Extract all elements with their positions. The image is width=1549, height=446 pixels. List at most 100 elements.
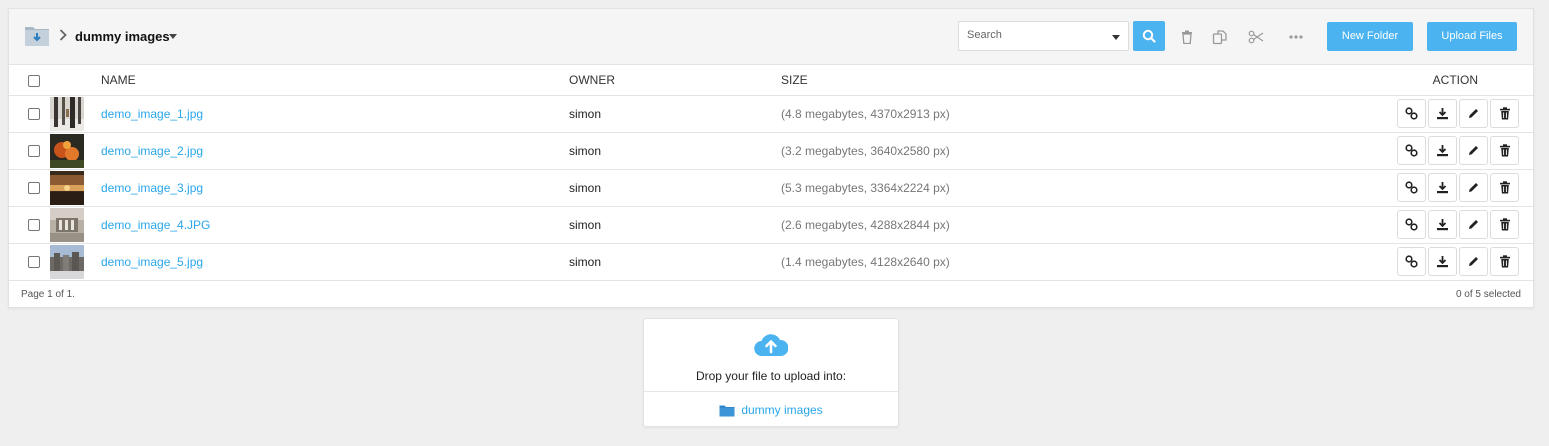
folder-download-icon[interactable] bbox=[24, 23, 50, 47]
pagination-text: Page 1 of 1. bbox=[21, 288, 75, 300]
file-name-link[interactable]: demo_image_4.JPG bbox=[101, 206, 569, 244]
download-icon bbox=[1437, 145, 1448, 157]
column-header-action: ACTION bbox=[1311, 65, 1535, 96]
edit-button[interactable] bbox=[1459, 210, 1488, 239]
file-size: (1.4 megabytes, 4128x2640 px) bbox=[781, 243, 1311, 281]
image-thumbnail[interactable] bbox=[50, 170, 84, 205]
delete-icon bbox=[1499, 107, 1510, 120]
download-icon bbox=[1437, 219, 1448, 231]
row-checkbox[interactable] bbox=[28, 256, 40, 269]
file-owner: simon bbox=[569, 95, 781, 133]
download-icon bbox=[1437, 256, 1448, 268]
dropzone-divider bbox=[644, 391, 898, 392]
link-button[interactable] bbox=[1397, 173, 1426, 202]
new-folder-button[interactable]: New Folder bbox=[1327, 22, 1413, 51]
table-row[interactable]: demo_image_3.jpg simon (5.3 megabytes, 3… bbox=[9, 169, 1535, 207]
upload-files-button[interactable]: Upload Files bbox=[1427, 22, 1517, 51]
link-icon bbox=[1405, 255, 1418, 268]
edit-button[interactable] bbox=[1459, 99, 1488, 128]
delete-button[interactable] bbox=[1490, 136, 1519, 165]
copy-icon[interactable] bbox=[1212, 29, 1228, 45]
edit-icon bbox=[1469, 146, 1478, 155]
link-button[interactable] bbox=[1397, 99, 1426, 128]
file-manager-panel: dummy images Search New Folder Upload Fi… bbox=[8, 8, 1535, 308]
table-row[interactable]: demo_image_1.jpg simon (4.8 megabytes, 4… bbox=[9, 95, 1535, 133]
delete-icon bbox=[1499, 218, 1510, 231]
row-checkbox[interactable] bbox=[28, 145, 40, 158]
table-row[interactable]: demo_image_2.jpg simon (3.2 megabytes, 3… bbox=[9, 132, 1535, 170]
edit-icon bbox=[1469, 183, 1478, 192]
search-button[interactable] bbox=[1133, 21, 1165, 51]
trash-icon[interactable] bbox=[1179, 29, 1195, 45]
file-owner: simon bbox=[569, 169, 781, 207]
file-name-link[interactable]: demo_image_1.jpg bbox=[101, 95, 569, 133]
delete-button[interactable] bbox=[1490, 173, 1519, 202]
edit-button[interactable] bbox=[1459, 136, 1488, 165]
toolbar: dummy images Search New Folder Upload Fi… bbox=[9, 9, 1533, 65]
edit-button[interactable] bbox=[1459, 173, 1488, 202]
edit-icon bbox=[1469, 220, 1478, 229]
download-icon bbox=[1437, 108, 1448, 120]
file-name-link[interactable]: demo_image_5.jpg bbox=[101, 243, 569, 281]
search-input[interactable] bbox=[967, 29, 1107, 41]
image-thumbnail[interactable] bbox=[50, 96, 84, 131]
delete-icon bbox=[1499, 255, 1510, 268]
table-footer: Page 1 of 1. 0 of 5 selected bbox=[9, 281, 1533, 308]
link-icon bbox=[1405, 144, 1418, 157]
download-button[interactable] bbox=[1428, 99, 1457, 128]
folder-icon bbox=[719, 405, 735, 416]
scissors-icon[interactable] bbox=[1248, 29, 1264, 45]
table-row[interactable]: demo_image_5.jpg simon (1.4 megabytes, 4… bbox=[9, 243, 1535, 281]
image-thumbnail[interactable] bbox=[50, 133, 84, 168]
dropzone-target[interactable]: dummy images bbox=[644, 403, 898, 417]
link-icon bbox=[1405, 218, 1418, 231]
file-size: (3.2 megabytes, 3640x2580 px) bbox=[781, 132, 1311, 170]
delete-button[interactable] bbox=[1490, 247, 1519, 276]
edit-icon bbox=[1469, 109, 1478, 118]
edit-button[interactable] bbox=[1459, 247, 1488, 276]
column-header-owner[interactable]: OWNER bbox=[569, 65, 781, 96]
link-icon bbox=[1405, 181, 1418, 194]
link-button[interactable] bbox=[1397, 136, 1426, 165]
table-row[interactable]: demo_image_4.JPG simon (2.6 megabytes, 4… bbox=[9, 206, 1535, 244]
delete-icon bbox=[1499, 181, 1510, 194]
search-icon bbox=[1142, 29, 1156, 43]
column-header-name[interactable]: NAME bbox=[101, 65, 569, 96]
delete-icon bbox=[1499, 144, 1510, 157]
row-checkbox[interactable] bbox=[28, 108, 40, 121]
file-owner: simon bbox=[569, 132, 781, 170]
edit-icon bbox=[1469, 257, 1478, 266]
breadcrumb-chevron-icon bbox=[59, 29, 71, 43]
column-header-size[interactable]: SIZE bbox=[781, 65, 1311, 96]
download-button[interactable] bbox=[1428, 247, 1457, 276]
file-table: NAME OWNER SIZE ACTION demo_image_1.jpg … bbox=[9, 65, 1535, 281]
download-button[interactable] bbox=[1428, 136, 1457, 165]
image-thumbnail[interactable] bbox=[50, 244, 84, 279]
file-size: (4.8 megabytes, 4370x2913 px) bbox=[781, 95, 1311, 133]
file-owner: simon bbox=[569, 206, 781, 244]
download-icon bbox=[1437, 182, 1448, 194]
file-size: (2.6 megabytes, 4288x2844 px) bbox=[781, 206, 1311, 244]
dropzone-target-folder[interactable]: dummy images bbox=[741, 403, 822, 417]
row-checkbox[interactable] bbox=[28, 219, 40, 232]
link-icon bbox=[1405, 107, 1418, 120]
upload-dropzone[interactable]: Drop your file to upload into: dummy ima… bbox=[643, 318, 899, 427]
table-header-row: NAME OWNER SIZE ACTION bbox=[9, 65, 1535, 96]
search-field[interactable] bbox=[958, 21, 1129, 51]
link-button[interactable] bbox=[1397, 247, 1426, 276]
select-all-checkbox[interactable] bbox=[28, 74, 40, 87]
file-name-link[interactable]: demo_image_2.jpg bbox=[101, 132, 569, 170]
breadcrumb-current-folder[interactable]: dummy images bbox=[75, 29, 170, 44]
delete-button[interactable] bbox=[1490, 99, 1519, 128]
breadcrumb-dropdown-icon[interactable] bbox=[169, 34, 177, 39]
search-dropdown-icon[interactable] bbox=[1112, 35, 1120, 40]
row-checkbox[interactable] bbox=[28, 182, 40, 195]
delete-button[interactable] bbox=[1490, 210, 1519, 239]
more-icon[interactable] bbox=[1288, 29, 1304, 45]
file-name-link[interactable]: demo_image_3.jpg bbox=[101, 169, 569, 207]
file-size: (5.3 megabytes, 3364x2224 px) bbox=[781, 169, 1311, 207]
image-thumbnail[interactable] bbox=[50, 207, 84, 242]
download-button[interactable] bbox=[1428, 210, 1457, 239]
download-button[interactable] bbox=[1428, 173, 1457, 202]
link-button[interactable] bbox=[1397, 210, 1426, 239]
